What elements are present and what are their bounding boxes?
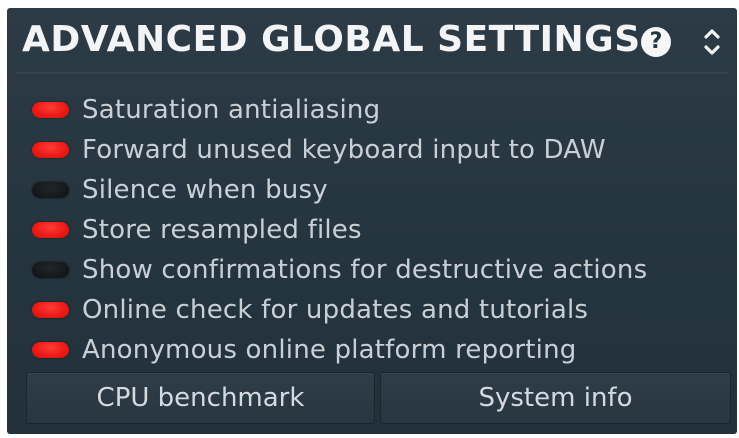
option-saturation-antialiasing[interactable]: Saturation antialiasing: [32, 90, 732, 130]
chevron-up-down-icon[interactable]: [700, 23, 724, 61]
options-list: Saturation antialiasing Forward unused k…: [32, 90, 732, 370]
cpu-benchmark-button[interactable]: CPU benchmark: [26, 372, 375, 424]
option-online-check-updates[interactable]: Online check for updates and tutorials: [32, 290, 732, 330]
option-label: Online check for updates and tutorials: [82, 295, 589, 325]
option-show-confirmations[interactable]: Show confirmations for destructive actio…: [32, 250, 732, 290]
header-divider: [15, 72, 729, 74]
option-label: Show confirmations for destructive actio…: [82, 255, 648, 285]
option-label: Silence when busy: [82, 175, 328, 205]
option-forward-keyboard-input[interactable]: Forward unused keyboard input to DAW: [32, 130, 732, 170]
toggle-switch[interactable]: [32, 182, 69, 198]
toggle-switch[interactable]: [32, 302, 69, 318]
option-label: Forward unused keyboard input to DAW: [82, 135, 606, 165]
option-label: Anonymous online platform reporting: [82, 335, 577, 365]
system-info-button[interactable]: System info: [380, 372, 731, 424]
option-store-resampled-files[interactable]: Store resampled files: [32, 210, 732, 250]
option-silence-when-busy[interactable]: Silence when busy: [32, 170, 732, 210]
advanced-global-settings-panel: ADVANCED GLOBAL SETTINGS ? Saturation an…: [7, 8, 737, 434]
option-anonymous-reporting[interactable]: Anonymous online platform reporting: [32, 330, 732, 370]
option-label: Store resampled files: [82, 215, 362, 245]
toggle-switch[interactable]: [32, 262, 69, 278]
toggle-switch[interactable]: [32, 342, 69, 358]
action-buttons: CPU benchmark System info: [26, 372, 731, 424]
toggle-switch[interactable]: [32, 142, 69, 158]
option-label: Saturation antialiasing: [82, 95, 381, 125]
toggle-switch[interactable]: [32, 222, 69, 238]
toggle-switch[interactable]: [32, 102, 69, 118]
question-circle-icon[interactable]: ?: [641, 27, 671, 57]
panel-title: ADVANCED GLOBAL SETTINGS: [22, 19, 641, 60]
panel-header: ADVANCED GLOBAL SETTINGS ?: [7, 8, 737, 72]
